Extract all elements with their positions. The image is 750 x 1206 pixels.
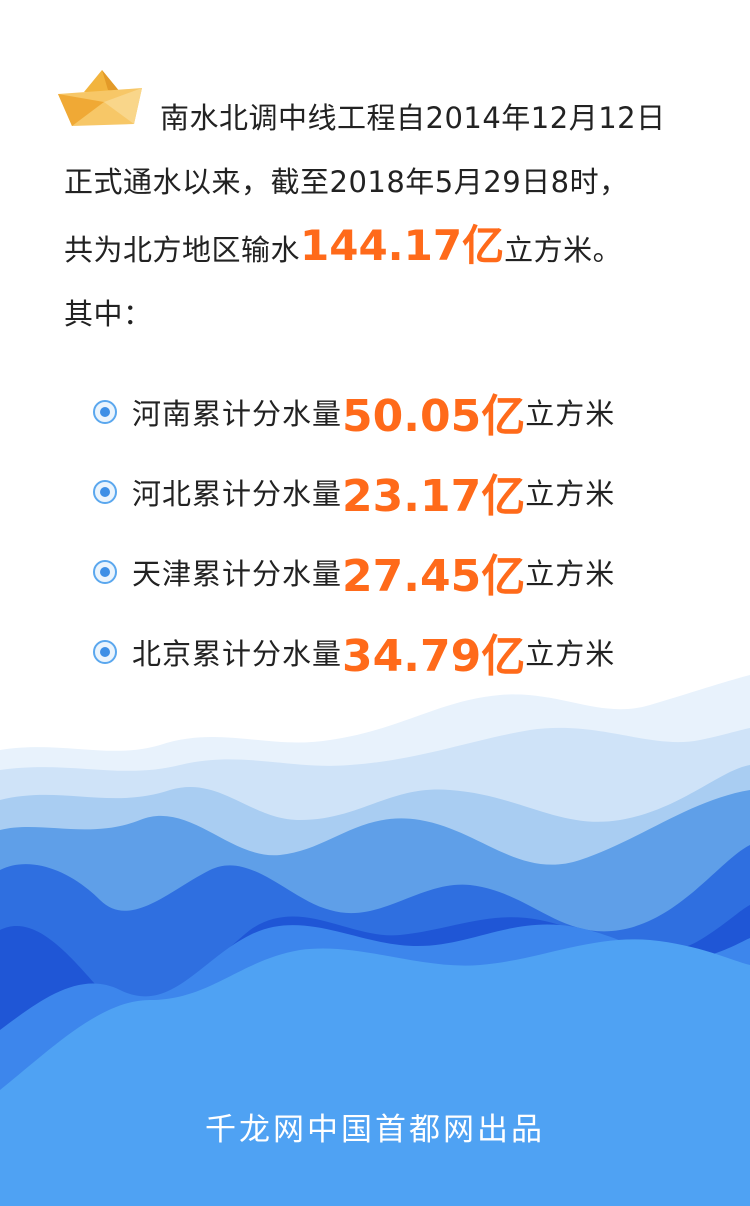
list-item: 河北累计分水量 23.17亿 立方米 <box>92 452 712 532</box>
allocation-list: 河南累计分水量 50.05亿 立方米 河北累计分水量 23.17亿 立方米 天津累计分水… <box>92 372 712 692</box>
publisher-credit: 千龙网中国首都网出品 <box>205 1112 545 1148</box>
radio-dot-icon <box>93 400 117 424</box>
intro-line-2: 正式通水以来，截至2018年5月29日8时， <box>64 165 629 199</box>
item-label: 河北累计分水量 <box>132 477 343 511</box>
item-unit: 立方米 <box>525 637 616 671</box>
item-label: 河南累计分水量 <box>132 397 343 431</box>
item-value: 23.17亿 <box>342 471 526 522</box>
intro-paragraph: 南水北调中线工程自2014年12月12日 正式通水以来，截至2018年5月29日… <box>64 86 704 346</box>
item-unit: 立方米 <box>525 557 616 591</box>
intro-line-4: 其中： <box>64 297 153 331</box>
intro-line-3-prefix: 共为北方地区输水 <box>64 233 301 267</box>
item-label: 北京累计分水量 <box>132 637 343 671</box>
radio-dot-icon <box>93 640 117 664</box>
item-value: 50.05亿 <box>342 391 526 442</box>
radio-dot-icon <box>93 560 117 584</box>
item-unit: 立方米 <box>525 477 616 511</box>
intro-line-3-suffix: 立方米。 <box>504 233 623 267</box>
list-item: 河南累计分水量 50.05亿 立方米 <box>92 372 712 452</box>
item-label: 天津累计分水量 <box>132 557 343 591</box>
item-value: 27.45亿 <box>342 551 526 602</box>
intro-line-1: 南水北调中线工程自2014年12月12日 <box>160 101 666 135</box>
radio-dot-icon <box>93 480 117 504</box>
item-unit: 立方米 <box>525 397 616 431</box>
list-item: 天津累计分水量 27.45亿 立方米 <box>92 532 712 612</box>
intro-line-3: 共为北方地区输水144.17亿立方米。 <box>64 214 704 282</box>
total-volume-value: 144.17亿 <box>300 221 505 270</box>
